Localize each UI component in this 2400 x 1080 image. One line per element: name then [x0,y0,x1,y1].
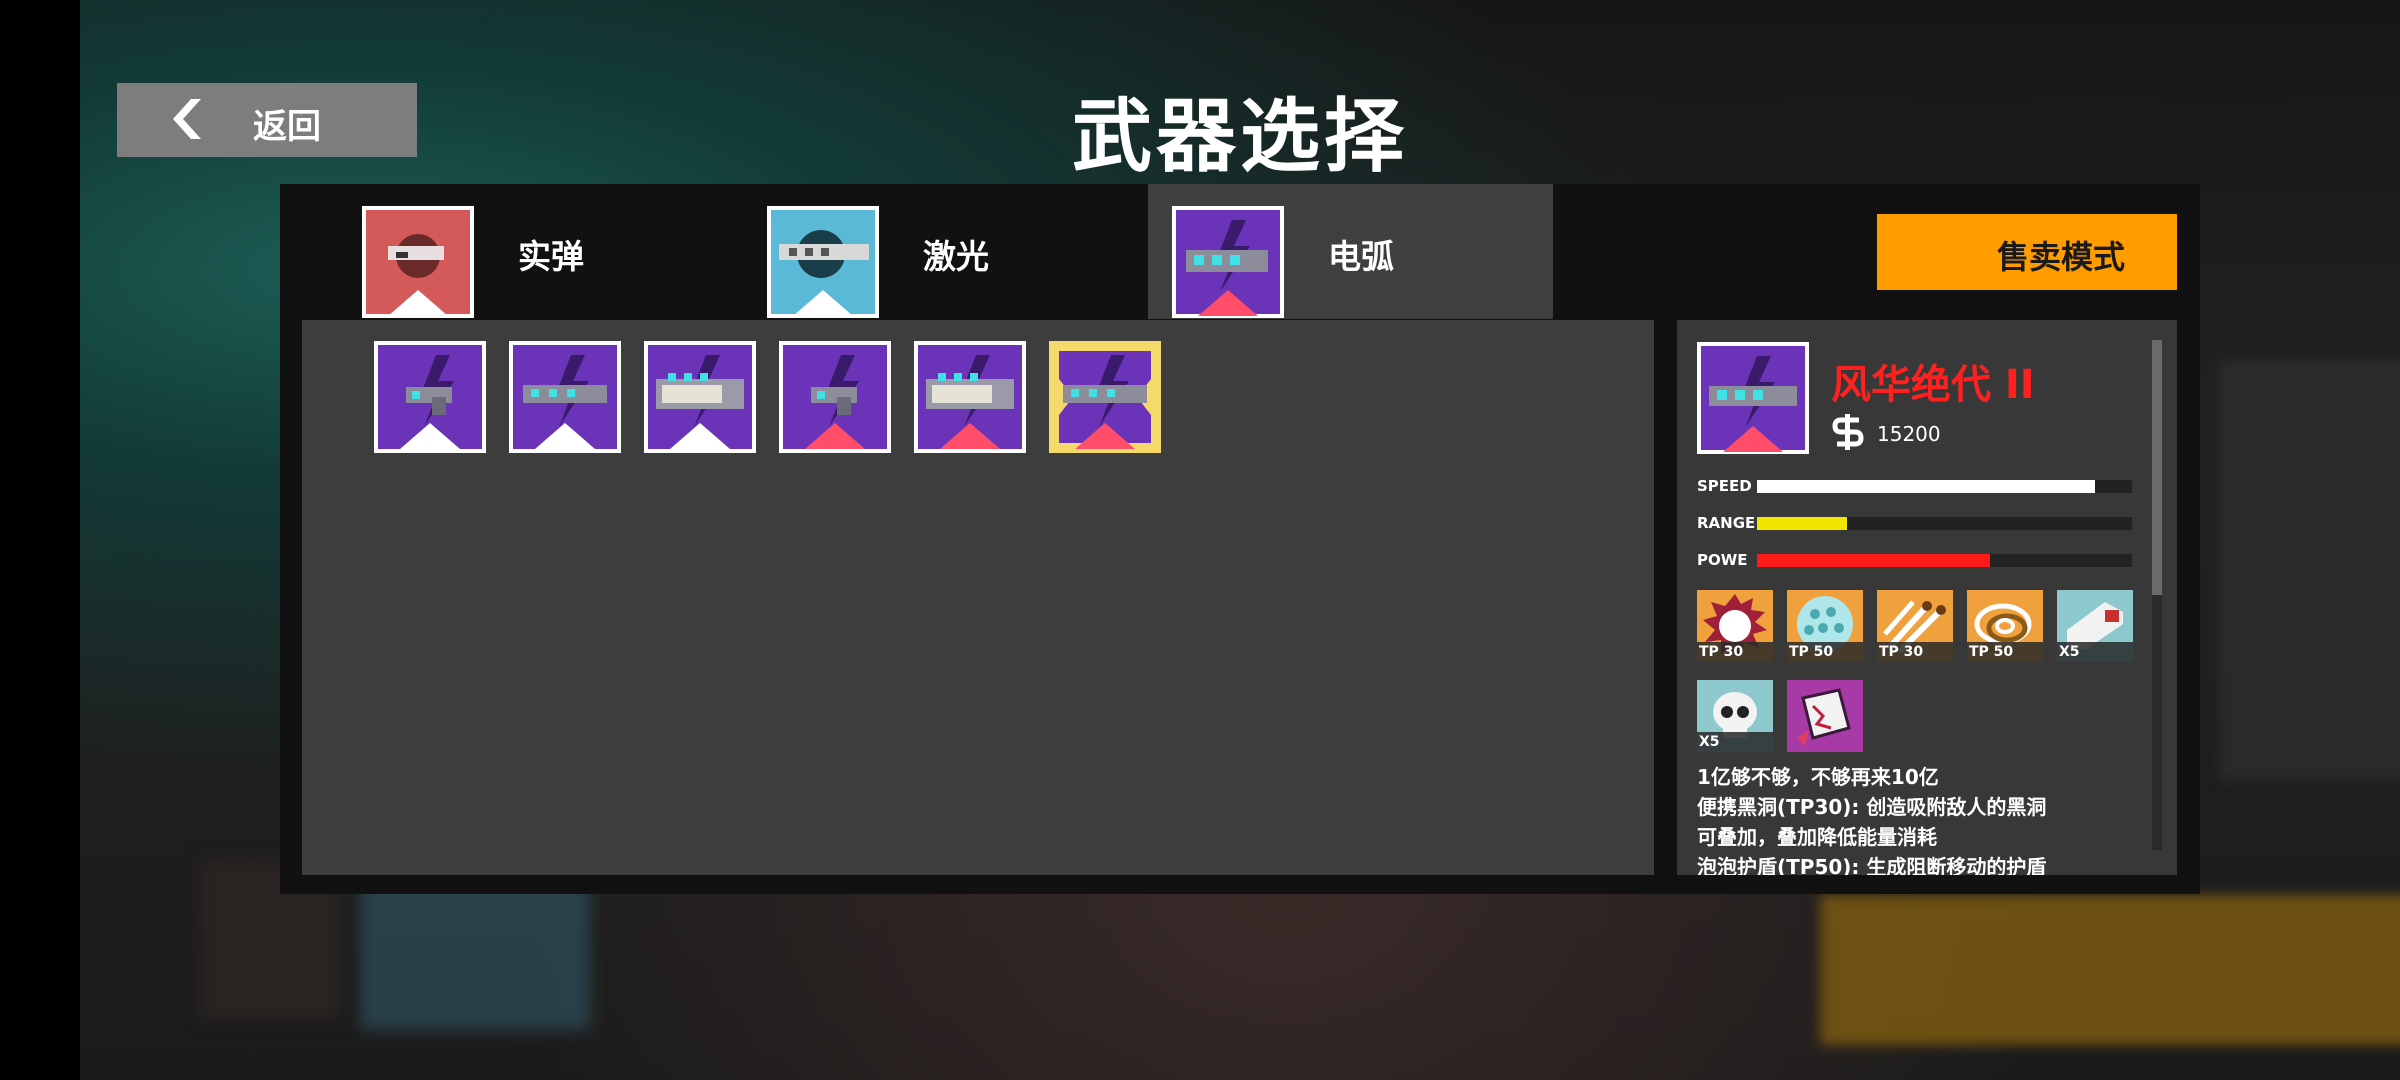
skill-slot-7[interactable] [1787,680,1863,752]
detail-scrollbar-thumb[interactable] [2152,340,2162,595]
arc-rifle-icon [1059,351,1151,449]
ballistic-weapon-icon [362,206,474,322]
skill-tag: TP 30 [1877,642,1953,662]
weapon-card-5[interactable] [914,341,1026,453]
weapon-card-2[interactable] [509,341,621,453]
currency-icon [1832,414,1864,450]
tab-ballistic[interactable]: 实弹 [338,184,743,319]
skill-tag: X5 [2057,642,2133,662]
stat-power-bar [1757,554,2132,567]
weapon-name: 风华绝代 II [1831,362,2035,408]
sell-mode-button[interactable]: 售卖模式 [1877,214,2177,290]
selected-weapon-icon [1697,342,1809,458]
tab-arc[interactable]: 电弧 [1148,184,1553,319]
skill-tag: X5 [1697,732,1773,752]
weapon-card-6-selected[interactable] [1049,341,1161,453]
tab-laser[interactable]: 激光 [743,184,1148,319]
stat-speed-bar [1757,480,2132,493]
skill-slot-1[interactable]: TP 30 [1697,590,1773,662]
stat-speed-label: SPEED [1697,477,1752,495]
tab-laser-label: 激光 [923,237,989,276]
arc-heavy-gun-icon [656,355,744,449]
page-title: 武器选择 [1072,90,1408,183]
stat-range-label: RANGE [1697,514,1756,532]
description-line: 1亿够不够，不够再来10亿 [1697,765,1939,789]
stat-range-bar [1757,517,2132,530]
stat-range-fill [1757,517,1847,530]
weapon-description: 1亿够不够，不够再来10亿 便携黑洞(TP30): 创造吸附敌人的黑洞 可叠加，… [1697,762,2147,875]
arc-weapon-icon [1172,206,1284,322]
skill-slot-6[interactable]: X5 [1697,680,1773,752]
tab-arc-label: 电弧 [1328,237,1394,276]
skill-slot-3[interactable]: TP 30 [1877,590,1953,662]
description-line: 泡泡护盾(TP50): 生成阻断移动的护盾 [1697,855,2047,875]
description-line: 便携黑洞(TP30): 创造吸附敌人的黑洞 [1697,795,2047,819]
weapon-card-1[interactable] [374,341,486,453]
laser-weapon-icon [767,206,879,322]
arc-heavy-gun-icon [926,355,1014,449]
stat-power-fill [1757,554,1990,567]
description-line: 可叠加，叠加降低能量消耗 [1697,825,1937,849]
skill-tag: TP 50 [1967,642,2043,662]
arc-pistol-icon [805,355,865,449]
stat-power-label: POWE [1697,551,1748,569]
arc-pistol-icon [400,355,460,449]
sell-mode-label: 售卖模式 [1997,238,2126,276]
weapon-card-4[interactable] [779,341,891,453]
skill-slot-2[interactable]: TP 50 [1787,590,1863,662]
skill-tag: TP 30 [1697,642,1773,662]
weapon-card-3[interactable] [644,341,756,453]
broken-card-icon [1787,680,1863,752]
arc-rifle-icon [523,355,607,449]
skill-slot-5[interactable]: X5 [2057,590,2133,662]
weapon-detail-panel: 风华绝代 II 15200 SPEED RANGE POWE TP 30 TP … [1677,320,2177,875]
tab-ballistic-label: 实弹 [518,237,584,276]
skill-tag: TP 50 [1787,642,1863,662]
stat-speed-fill [1757,480,2095,493]
weapon-price: 15200 [1877,422,1941,446]
skill-slot-4[interactable]: TP 50 [1967,590,2043,662]
